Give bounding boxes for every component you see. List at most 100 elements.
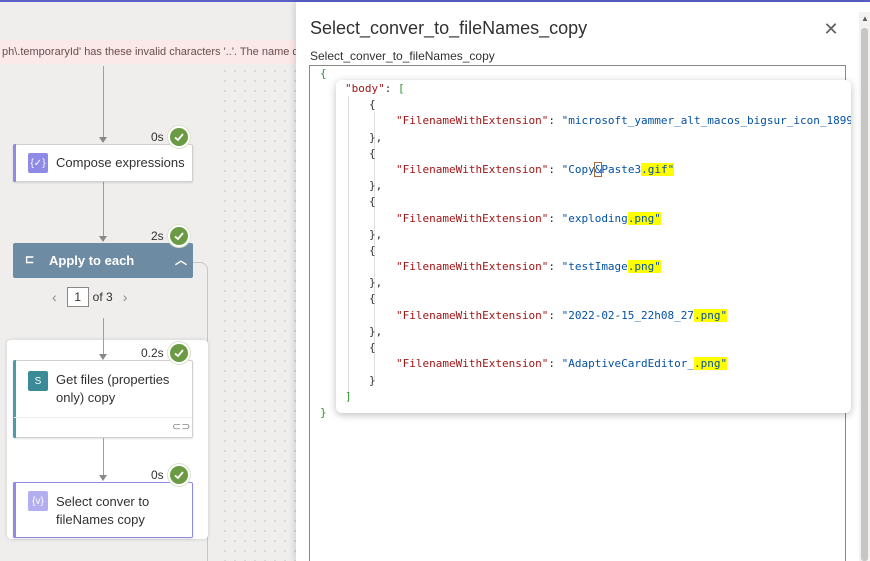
scroll-up-icon[interactable]: ▲ <box>861 14 869 23</box>
data-operation-icon: {✓} <box>28 153 48 173</box>
connector <box>103 182 104 237</box>
apply-to-each-header[interactable]: ⊏ Apply to each ︿ <box>13 243 193 278</box>
duration-label: 0s <box>151 130 164 144</box>
loop-icon: ⊏ <box>25 254 35 266</box>
card-title-line2: fileNames copy <box>56 512 145 527</box>
close-bracket: ] <box>345 390 352 403</box>
iteration-input[interactable]: 1 <box>66 287 89 307</box>
select-card[interactable]: {v} Select conver to fileNames copy <box>13 482 193 538</box>
open-bracket: [ <box>398 82 405 95</box>
chevron-left-icon[interactable]: ‹ <box>52 289 57 305</box>
panel-title: Select_conver_to_fileNames_copy <box>310 18 588 38</box>
filename-key: "FilenameWithExtension" <box>396 114 549 128</box>
object-close: } <box>369 373 376 387</box>
filename-mid: Paste3 <box>601 162 642 176</box>
extension-highlight: .png" <box>627 260 661 274</box>
json-open-brace: { <box>320 67 327 80</box>
extension-highlight: .png" <box>627 211 661 225</box>
data-operation-icon: {v} <box>28 491 48 511</box>
filename-value: "microsoft_yammer_alt_macos_bigsur_icon_… <box>562 114 851 127</box>
get-files-status: 0.2s <box>141 342 190 364</box>
filename-key: "FilenameWithExtension" <box>396 211 549 225</box>
scroll-thumb[interactable] <box>861 28 868 561</box>
compose-expressions-card[interactable]: {✓} Compose expressions <box>13 144 193 182</box>
object-open: { <box>369 98 376 111</box>
output-label: Select_conver_to_fileNames_copy <box>310 49 495 63</box>
filename-key: "FilenameWithExtension" <box>396 260 549 274</box>
connector <box>103 318 104 356</box>
object-close: }, <box>369 130 383 144</box>
success-check-icon <box>167 225 190 247</box>
card-accent <box>13 144 16 182</box>
object-open: { <box>369 146 376 160</box>
object-open: { <box>369 292 376 306</box>
iteration-total: of 3 <box>92 290 113 304</box>
filename-key: "FilenameWithExtension" <box>396 308 549 322</box>
success-check-icon <box>167 126 190 148</box>
success-check-icon <box>167 464 190 486</box>
compose-status: 0s <box>151 126 190 148</box>
duration-label: 0s <box>151 468 164 482</box>
connector <box>103 438 104 476</box>
connector-arrow <box>99 236 107 242</box>
card-divider <box>14 417 192 418</box>
extension-highlight: .png" <box>694 308 728 322</box>
filename-stem: "Copy <box>561 162 595 176</box>
sharepoint-icon: S <box>28 371 48 391</box>
card-title-line2: only) copy <box>56 390 116 405</box>
filename-row: "FilenameWithExtension": "microsoft_yamm… <box>396 113 851 129</box>
object-close: }, <box>369 325 383 338</box>
filename-row: "FilenameWithExtension": "testImage.png" <box>396 260 661 274</box>
select-status: 0s <box>151 464 190 486</box>
body-line: "body": [ <box>345 82 405 95</box>
filename-row: "FilenameWithExtension": "Copy&Paste3.gi… <box>396 161 675 177</box>
object-close: }, <box>369 276 383 290</box>
duration-label: 2s <box>151 229 164 243</box>
card-accent <box>13 482 16 538</box>
card-title: Compose expressions <box>56 155 185 170</box>
connector <box>103 66 104 138</box>
body-key: "body" <box>345 82 385 95</box>
filename-row: "FilenameWithExtension": "AdaptiveCardEd… <box>396 357 728 371</box>
filename-value: "testImage.png" <box>561 260 661 274</box>
error-banner: ph\.temporaryId' has these invalid chara… <box>0 40 300 64</box>
extension-highlight: .png" <box>694 357 728 371</box>
extension-highlight: .gif" <box>641 162 675 176</box>
filename-stem: "AdaptiveCardEditor_ <box>561 357 695 371</box>
filename-row: "FilenameWithExtension": "2022-02-15_22h… <box>396 308 728 322</box>
chevron-up-icon[interactable]: ︿ <box>175 251 187 268</box>
duration-label: 0.2s <box>141 346 164 360</box>
filename-stem: "microsoft_yammer_alt_macos_bigsur_icon_… <box>561 114 851 128</box>
object-close: }, <box>369 227 383 241</box>
iteration-pager: ‹ 1 of 3 › <box>52 287 127 307</box>
filename-stem: "exploding <box>561 211 628 225</box>
json-close-brace: } <box>320 406 327 419</box>
close-icon[interactable]: ✕ <box>821 20 841 40</box>
filename-key: "FilenameWithExtension" <box>396 162 549 176</box>
card-title-line1: Select conver to <box>56 494 150 509</box>
filename-value: "2022-02-15_22h08_27.png" <box>561 308 728 322</box>
filename-stem: "testImage <box>561 260 628 274</box>
filename-value: "exploding.png" <box>561 211 661 225</box>
filename-key: "FilenameWithExtension" <box>396 357 549 371</box>
success-check-icon <box>167 342 190 364</box>
connector-arrow <box>99 475 107 481</box>
canvas-grid <box>220 66 300 561</box>
connector-arrow <box>99 137 107 143</box>
json-output-popup: "body": [ ] { "FilenameWithExtension": "m… <box>336 80 851 413</box>
object-open: { <box>369 243 376 257</box>
filename-stem: "2022-02-15_22h08_27 <box>561 308 695 322</box>
apply-status: 2s <box>151 225 190 247</box>
panel-scrollbar[interactable]: ▲ <box>859 12 870 561</box>
filename-value: "Copy&Paste3.gif" <box>561 161 675 177</box>
indent-guide <box>348 96 349 396</box>
object-close: }, <box>369 179 383 193</box>
object-open: { <box>369 195 376 209</box>
chevron-right-icon[interactable]: › <box>123 289 128 305</box>
get-files-card[interactable]: S Get files (properties only) copy ⊂⊃ <box>13 360 193 438</box>
link-icon[interactable]: ⊂⊃ <box>172 420 190 433</box>
filename-value: "AdaptiveCardEditor_.png" <box>561 357 728 371</box>
apply-title: Apply to each <box>49 253 135 268</box>
object-open: { <box>369 341 376 354</box>
filename-row: "FilenameWithExtension": "exploding.png" <box>396 211 661 225</box>
